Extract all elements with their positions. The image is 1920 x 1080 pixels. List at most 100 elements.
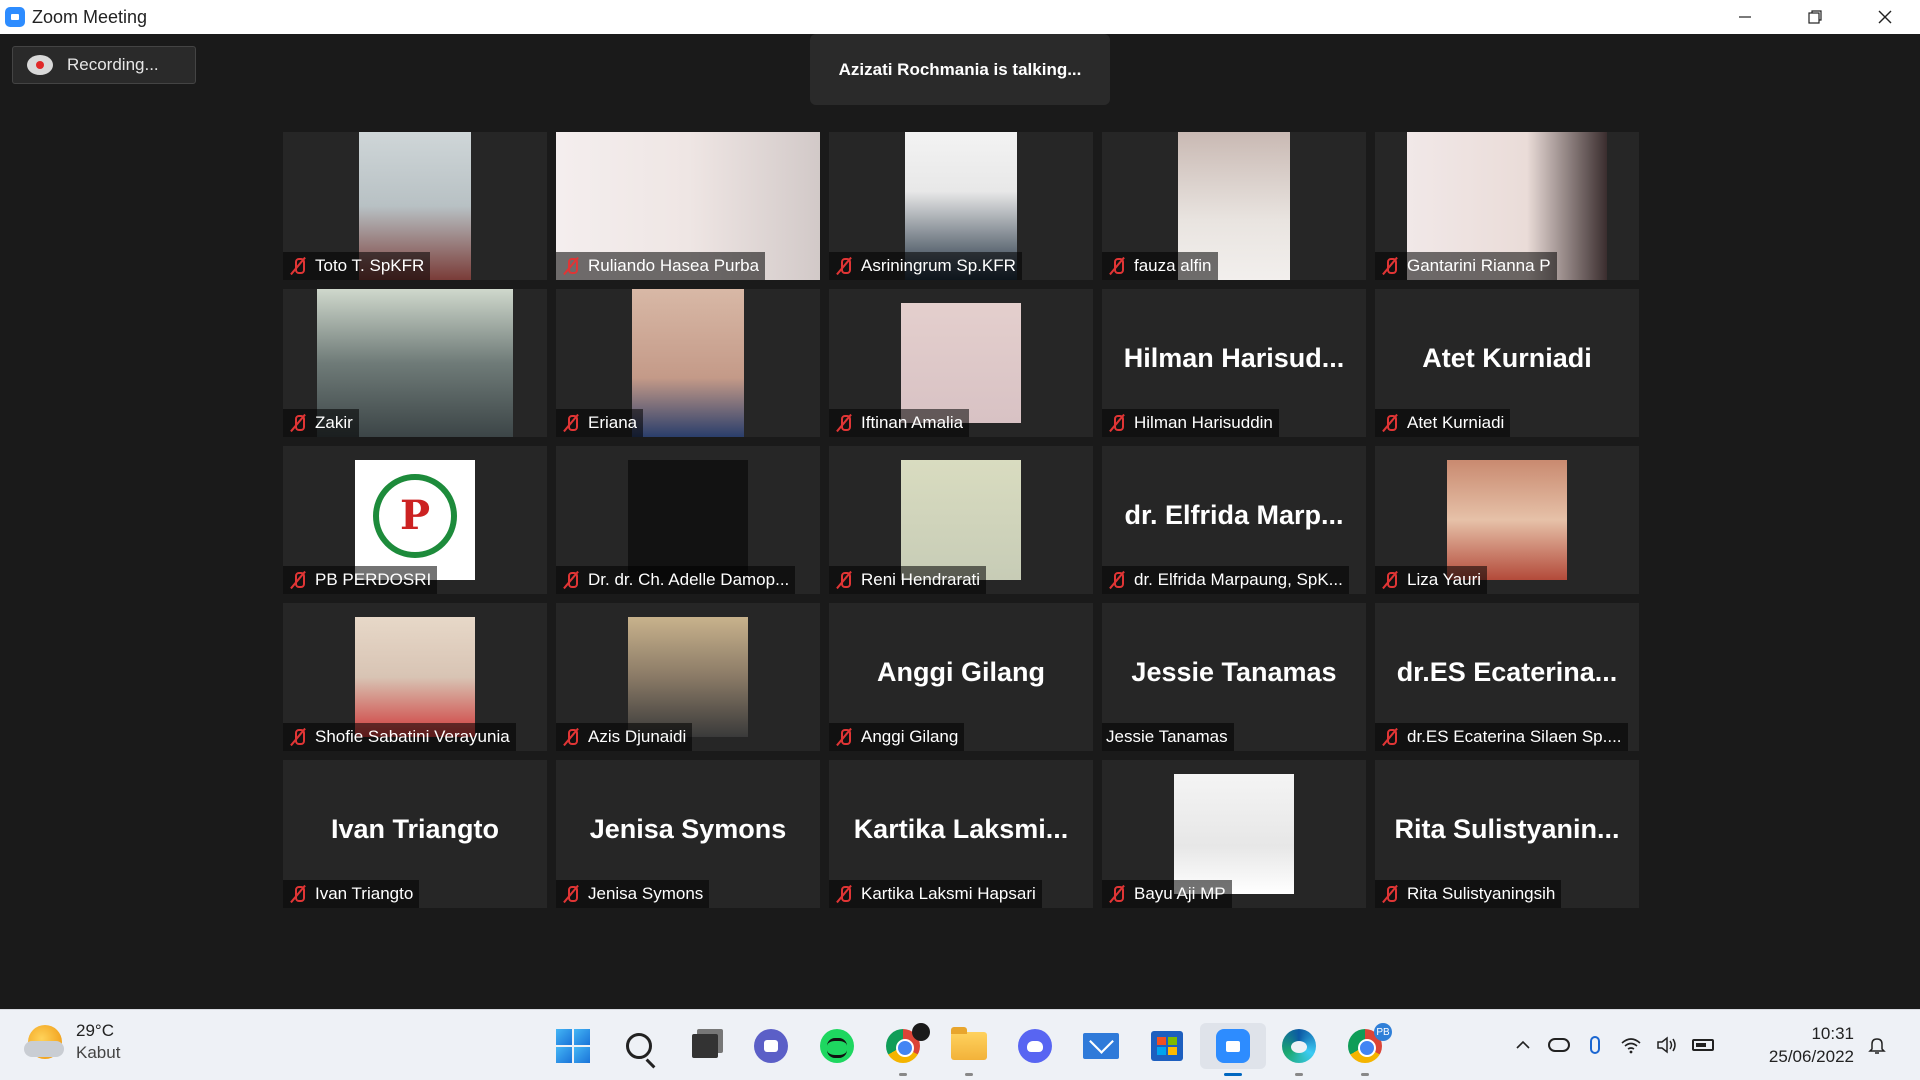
participant-name: Asriningrum Sp.KFR xyxy=(861,256,1016,275)
volume-button[interactable] xyxy=(1656,1034,1678,1056)
participant-namebar: Reni Hendrarati xyxy=(829,566,987,594)
running-indicator xyxy=(899,1073,907,1076)
chrome-profile-button[interactable]: PB xyxy=(1332,1023,1398,1076)
participant-name: Eriana xyxy=(588,413,638,432)
participant-video xyxy=(901,460,1021,580)
close-button[interactable] xyxy=(1850,0,1920,34)
participant-tile[interactable]: Dr. dr. Ch. Adelle Damop... xyxy=(556,446,820,594)
file-explorer-button[interactable] xyxy=(936,1023,1002,1076)
participant-namebar: Atet Kurniadi xyxy=(1375,409,1511,437)
participant-namebar: Liza Yauri xyxy=(1375,566,1488,594)
muted-mic-icon xyxy=(1106,883,1128,905)
recording-indicator[interactable]: Recording... xyxy=(12,46,196,84)
participant-video xyxy=(628,617,748,737)
weather-widget[interactable]: 29°C Kabut xyxy=(24,1020,120,1064)
window-controls xyxy=(1710,0,1920,34)
participant-tile[interactable]: dr.ES Ecaterina... dr.ES Ecaterina Silae… xyxy=(1375,603,1639,751)
onedrive-button[interactable] xyxy=(1548,1034,1570,1056)
task-view-button[interactable] xyxy=(672,1023,738,1069)
participant-tile[interactable]: Ivan Triangto Ivan Triangto xyxy=(283,760,547,908)
muted-mic-icon xyxy=(560,412,582,434)
participant-tile[interactable]: Jessie Tanamas Jessie Tanamas xyxy=(1102,603,1366,751)
participant-tile[interactable]: Anggi Gilang Anggi Gilang xyxy=(829,603,1093,751)
participant-tile[interactable]: Kartika Laksmi... Kartika Laksmi Hapsari xyxy=(829,760,1093,908)
chrome-button[interactable] xyxy=(870,1023,936,1076)
participant-tile[interactable]: Eriana xyxy=(556,289,820,437)
participant-tile[interactable]: Azis Djunaidi xyxy=(556,603,820,751)
participant-tile[interactable]: PB PERDOSRI xyxy=(283,446,547,594)
microsoft-store-icon xyxy=(1151,1031,1183,1061)
participant-namebar: Toto T. SpKFR xyxy=(283,252,431,280)
participant-name: Ivan Triangto xyxy=(315,884,414,903)
participant-display-name: Hilman Harisud... xyxy=(1123,343,1345,373)
participant-tile[interactable]: Atet Kurniadi Atet Kurniadi xyxy=(1375,289,1639,437)
battery-button[interactable] xyxy=(1692,1034,1714,1056)
minimize-button[interactable] xyxy=(1710,0,1780,34)
task-view-icon xyxy=(692,1034,718,1058)
participant-display-name: Ivan Triangto xyxy=(330,814,500,844)
microphone-icon xyxy=(1590,1036,1600,1054)
zoom-icon xyxy=(1216,1029,1250,1063)
participant-namebar: Dr. dr. Ch. Adelle Damop... xyxy=(556,566,796,594)
zoom-button[interactable] xyxy=(1200,1023,1266,1076)
start-button[interactable] xyxy=(540,1023,606,1069)
onedrive-cloud-icon xyxy=(1548,1038,1570,1052)
participant-tile[interactable]: Asriningrum Sp.KFR xyxy=(829,132,1093,280)
participant-namebar: Shofie Sabatini Verayunia xyxy=(283,723,516,751)
participant-name: Iftinan Amalia xyxy=(861,413,964,432)
participant-tile[interactable]: Gantarini Rianna P xyxy=(1375,132,1639,280)
participant-display-name: Rita Sulistyanin... xyxy=(1394,814,1620,844)
participant-tile[interactable]: Iftinan Amalia xyxy=(829,289,1093,437)
participant-tile[interactable]: Toto T. SpKFR xyxy=(283,132,547,280)
participant-name: Kartika Laksmi Hapsari xyxy=(861,884,1036,903)
participant-namebar: Eriana xyxy=(556,409,644,437)
participant-tile[interactable]: Jenisa Symons Jenisa Symons xyxy=(556,760,820,908)
participant-display-name: Jessie Tanamas xyxy=(1131,657,1337,687)
network-button[interactable] xyxy=(1620,1034,1642,1056)
mail-button[interactable] xyxy=(1068,1023,1134,1069)
running-indicator xyxy=(965,1073,973,1076)
participant-tile[interactable]: Hilman Harisud... Hilman Harisuddin xyxy=(1102,289,1366,437)
search-button[interactable] xyxy=(606,1023,672,1069)
store-button[interactable] xyxy=(1134,1023,1200,1069)
system-clock[interactable]: 10:31 25/06/2022 xyxy=(1760,1022,1854,1068)
participant-name: Gantarini Rianna P xyxy=(1407,256,1551,275)
restore-icon xyxy=(1808,10,1822,24)
weather-temp: 29°C xyxy=(76,1021,114,1040)
participant-tile[interactable]: Rita Sulistyanin... Rita Sulistyaningsih xyxy=(1375,760,1639,908)
participant-name: Azis Djunaidi xyxy=(588,727,687,746)
active-speaker-banner: Azizati Rochmania is talking... xyxy=(810,34,1110,105)
discord-button[interactable] xyxy=(1002,1023,1068,1069)
participant-tile[interactable]: fauza alfin xyxy=(1102,132,1366,280)
edge-button[interactable] xyxy=(1266,1023,1332,1076)
participant-namebar: Iftinan Amalia xyxy=(829,409,970,437)
show-hidden-icons-button[interactable] xyxy=(1512,1034,1534,1056)
muted-mic-icon xyxy=(833,255,855,277)
participant-name: Zakir xyxy=(315,413,353,432)
spotify-button[interactable] xyxy=(804,1023,870,1069)
participant-tile[interactable]: Liza Yauri xyxy=(1375,446,1639,594)
participant-tile[interactable]: Shofie Sabatini Verayunia xyxy=(283,603,547,751)
participant-name: Atet Kurniadi xyxy=(1407,413,1505,432)
participant-namebar: fauza alfin xyxy=(1102,252,1218,280)
restore-button[interactable] xyxy=(1780,0,1850,34)
microphone-button[interactable] xyxy=(1584,1034,1606,1056)
muted-mic-icon xyxy=(560,726,582,748)
notification-button[interactable] xyxy=(1866,1034,1888,1056)
participant-tile[interactable]: Bayu Aji MP xyxy=(1102,760,1366,908)
discord-icon xyxy=(1018,1029,1052,1063)
meeting-area: Recording... Azizati Rochmania is talkin… xyxy=(0,34,1920,1009)
participant-display-name: dr.ES Ecaterina... xyxy=(1396,657,1618,687)
participant-tile[interactable]: Ruliando Hasea Purba xyxy=(556,132,820,280)
participant-name: Anggi Gilang xyxy=(861,727,959,746)
running-indicator xyxy=(1361,1073,1369,1076)
muted-mic-icon xyxy=(1379,412,1401,434)
teams-chat-button[interactable] xyxy=(738,1023,804,1069)
participant-tile[interactable]: dr. Elfrida Marp... dr. Elfrida Marpaung… xyxy=(1102,446,1366,594)
weather-text: 29°C Kabut xyxy=(76,1020,120,1064)
muted-mic-icon xyxy=(560,255,582,277)
participant-tile[interactable]: Zakir xyxy=(283,289,547,437)
wifi-icon xyxy=(1621,1038,1641,1054)
participant-tile[interactable]: Reni Hendrarati xyxy=(829,446,1093,594)
participant-namebar: Gantarini Rianna P xyxy=(1375,252,1557,280)
